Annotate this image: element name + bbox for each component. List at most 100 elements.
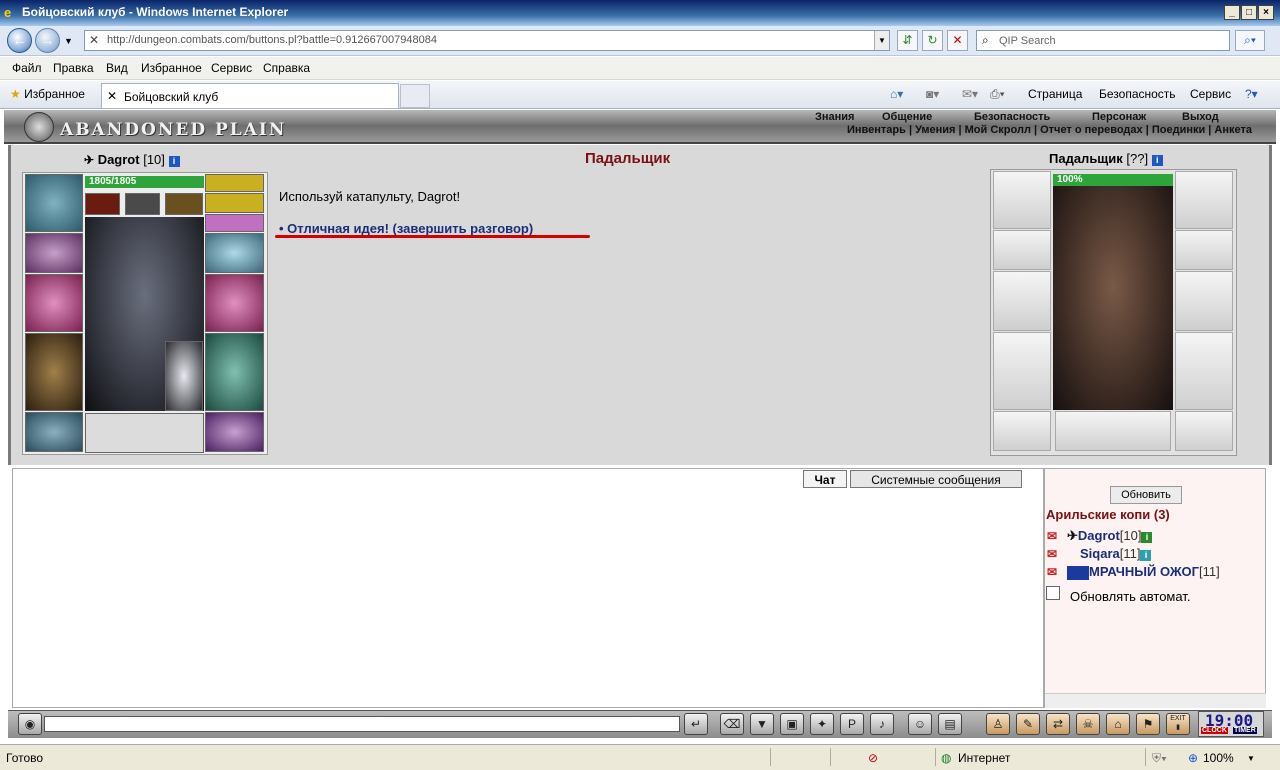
menu-view[interactable]: Вид [106, 61, 128, 75]
clock-label[interactable]: CLOCK [1201, 727, 1228, 734]
effect-slot-3[interactable] [165, 193, 203, 215]
history-dropdown-icon[interactable]: ▼ [64, 36, 73, 46]
refresh-button[interactable]: Обновить [1110, 486, 1182, 504]
zoom-level[interactable]: 100% [1203, 751, 1234, 765]
bag-icon[interactable]: ♙ [986, 713, 1010, 735]
address-field[interactable]: ✕ http://dungeon.combats.com/buttons.pl?… [84, 30, 890, 51]
close-button[interactable]: × [1258, 5, 1274, 20]
nav-knowledge[interactable]: Знания [815, 111, 854, 123]
user-name[interactable]: Siqara [1080, 546, 1120, 561]
mail-icon[interactable]: ✉▾ [962, 87, 978, 101]
print-icon[interactable]: ⎙▾ [990, 87, 1005, 102]
user-info-icon[interactable]: i [1141, 532, 1153, 543]
menu-edit[interactable]: Правка [53, 61, 94, 75]
helmet-slot[interactable] [25, 174, 83, 232]
skull-icon[interactable]: ☠ [1076, 713, 1100, 735]
favorites-button[interactable]: ★ Избранное [10, 87, 85, 101]
menu-tools[interactable]: Сервис [211, 61, 252, 75]
ring-slot-a[interactable] [205, 193, 264, 213]
weapon-left-slot[interactable] [25, 274, 83, 332]
online-user[interactable]: ✉ Siqara[11] i [1047, 546, 1152, 561]
scroll-icon[interactable]: ✎ [1016, 713, 1040, 735]
user-name[interactable]: Dagrot [1078, 528, 1120, 543]
nav-character[interactable]: Персонаж [1092, 111, 1146, 123]
safety-menu[interactable]: Безопасность [1099, 87, 1176, 101]
send-icon[interactable]: ↵ [684, 713, 708, 735]
pet-slot[interactable] [165, 341, 203, 411]
search-go-button[interactable]: ⌕▾ [1235, 30, 1265, 51]
boots-slot[interactable] [205, 412, 264, 452]
minimize-button[interactable]: _ [1224, 5, 1240, 20]
filter-icon[interactable]: ▼ [750, 713, 774, 735]
smiley-icon[interactable]: ☺ [908, 713, 932, 735]
flag-icon[interactable]: ⚑ [1136, 713, 1160, 735]
menu-file[interactable]: Файл [12, 61, 42, 75]
maximize-button[interactable]: □ [1241, 5, 1257, 20]
menu-help[interactable]: Справка [263, 61, 310, 75]
effect-slot-2[interactable] [125, 193, 160, 215]
dialog-reply-link[interactable]: • Отличная идея! (завершить разговор) [279, 221, 533, 236]
user-info-icon[interactable]: i [1140, 550, 1152, 561]
help-icon[interactable]: ?▾ [1245, 87, 1258, 101]
secure-lock-icon[interactable]: ⛨▾ [1152, 751, 1167, 766]
menu-favorites[interactable]: Избранное [141, 61, 202, 75]
house-icon[interactable]: ⌂ [1106, 713, 1130, 735]
back-button[interactable]: ← [7, 28, 32, 53]
auto-refresh-checkbox[interactable] [1046, 586, 1060, 600]
timer-label[interactable]: TIMER [1233, 727, 1257, 734]
effect-slot-1[interactable] [85, 193, 120, 215]
private-message-icon[interactable]: ✉ [1047, 529, 1067, 543]
nav-exit[interactable]: Выход [1182, 111, 1219, 123]
new-tab-button[interactable] [400, 84, 430, 108]
page-menu[interactable]: Страница [1028, 87, 1082, 101]
ring-slots[interactable] [85, 413, 204, 453]
tab-chat[interactable]: Чат [803, 470, 847, 488]
weapon-right-slot[interactable] [205, 274, 264, 332]
legs-slot[interactable] [205, 333, 264, 411]
player-name[interactable]: ✈ Dagrot [10] i [84, 152, 180, 167]
refresh-icon[interactable]: ↻ [922, 30, 943, 51]
browser-tab[interactable]: ✕ Бойцовский клуб [101, 83, 399, 108]
exit-icon[interactable]: EXIT ▮ [1166, 713, 1190, 735]
home-icon[interactable]: ⌂▾ [890, 87, 903, 101]
transfer-icon[interactable]: ⇄ [1046, 713, 1070, 735]
address-dropdown-icon[interactable]: ▼ [874, 31, 889, 50]
online-user[interactable]: ✉ МРАЧНЫЙ ОЖОГ[11] [1047, 564, 1220, 580]
user-name[interactable]: МРАЧНЫЙ ОЖОГ [1089, 564, 1199, 579]
amulet-slot[interactable] [205, 174, 264, 192]
npc-name[interactable]: Падальщик [??] i [1049, 151, 1163, 166]
npc-info-icon[interactable]: i [1151, 155, 1163, 166]
private-message-icon[interactable]: ✉ [1047, 547, 1067, 561]
bracers-slot[interactable] [25, 233, 83, 273]
feeds-icon[interactable]: ◙▾ [926, 87, 939, 101]
tab-system-messages[interactable]: Системные сообщения [850, 470, 1022, 488]
chat-mode-icon[interactable]: ◉ [18, 713, 42, 735]
compat-icon[interactable]: ⇵ [897, 30, 918, 51]
armor-slot[interactable] [25, 333, 83, 411]
chat-input[interactable] [44, 716, 680, 732]
chat-log[interactable] [12, 468, 1044, 708]
clear-icon[interactable]: ⌫ [720, 713, 744, 735]
sub-nav-links[interactable]: Инвентарь | Умения | Мой Скролл | Отчет … [847, 124, 1252, 136]
stop-icon[interactable]: ✕ [947, 30, 968, 51]
online-scrollbar[interactable] [1045, 693, 1266, 708]
sound-icon[interactable]: ♪ [870, 713, 894, 735]
private-message-icon[interactable]: ✉ [1047, 565, 1067, 579]
tools-menu[interactable]: Сервис [1190, 87, 1231, 101]
fight-icon[interactable]: ✦ [810, 713, 834, 735]
protected-mode-icon[interactable]: ⊘ [868, 751, 878, 765]
forward-button[interactable]: → [35, 28, 60, 53]
nav-communication[interactable]: Общение [882, 111, 932, 123]
smiley-menu-icon[interactable]: ▤ [938, 713, 962, 735]
clock-widget[interactable]: 19:00 CLOCK TIMER [1198, 711, 1264, 737]
nav-security[interactable]: Безопасность [974, 111, 1050, 123]
pl-icon[interactable]: P [840, 713, 864, 735]
gloves-slot[interactable] [205, 233, 264, 273]
belt-slot[interactable] [25, 412, 83, 452]
zoom-dropdown-icon[interactable]: ▼ [1247, 754, 1255, 763]
save-icon[interactable]: ▣ [780, 713, 804, 735]
online-user[interactable]: ✉ ✈Dagrot[10] i [1047, 528, 1153, 544]
info-icon[interactable]: i [168, 156, 180, 167]
ring-slot-b[interactable] [205, 214, 264, 232]
search-input[interactable]: ⌕ QIP Search [976, 30, 1230, 51]
